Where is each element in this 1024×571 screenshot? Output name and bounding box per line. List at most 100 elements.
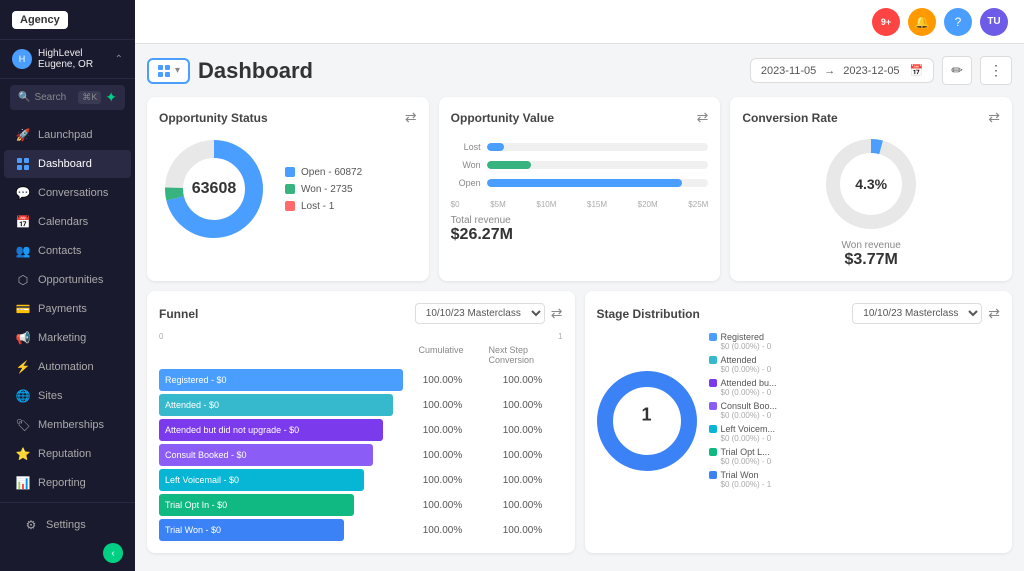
- legend-dot: [709, 379, 717, 387]
- user-menu-button[interactable]: TU: [980, 8, 1008, 36]
- more-options-button[interactable]: ⋮: [980, 56, 1012, 85]
- stage-content: 1 Registered $0 (0.00%) - 0: [597, 332, 1001, 489]
- bar-label-lost: Lost: [451, 142, 481, 152]
- expand-collapse-button[interactable]: ‹: [103, 543, 123, 563]
- filter-icon[interactable]: ⇄: [988, 109, 1000, 126]
- date-range-picker[interactable]: 2023-11-05 → 2023-12-05 📅: [750, 58, 934, 83]
- legend-label: Attended: [721, 355, 772, 365]
- top-cards-row: Opportunity Status ⇄ 63608: [147, 97, 1012, 281]
- funnel-bar: Consult Booked - $0: [159, 444, 373, 466]
- sidebar: Agency H HighLevel Eugene, OR ⌃ 🔍 Search…: [0, 0, 135, 571]
- sidebar-item-reputation[interactable]: ⭐ Reputation: [4, 440, 131, 468]
- stage-distribution-card: Stage Distribution 10/10/23 Masterclass …: [585, 291, 1013, 553]
- card-header: Opportunity Value ⇄: [451, 109, 709, 126]
- funnel-cumulative: 100.00%: [403, 525, 483, 536]
- help-button[interactable]: ?: [944, 8, 972, 36]
- funnel-cumulative: 100.00%: [403, 450, 483, 461]
- legend-sub: $0 (0.00%) - 0: [721, 365, 772, 374]
- bar-fill-open: [487, 179, 682, 187]
- account-name: HighLevel: [38, 48, 93, 59]
- filter-icon[interactable]: ⇄: [551, 305, 563, 322]
- sidebar-footer[interactable]: ⚙ Settings ‹: [0, 502, 135, 571]
- stage-controls: 10/10/23 Masterclass ⇄: [852, 303, 1000, 324]
- legend-dot: [709, 333, 717, 341]
- sidebar-item-reporting[interactable]: 📊 Reporting: [4, 469, 131, 497]
- legend-label: Attended bu...: [721, 378, 777, 388]
- search-box[interactable]: 🔍 Search ⌘K ✦: [10, 85, 125, 110]
- funnel-select[interactable]: 10/10/23 Masterclass: [415, 303, 545, 324]
- legend-sub: $0 (0.00%) - 1: [721, 480, 772, 489]
- main-content: 9+ 🔔 ? TU ▾ Dashboard: [135, 0, 1024, 571]
- funnel-row-3: Consult Booked - $0 100.00% 100.00%: [159, 444, 563, 466]
- funnel-bar: Attended - $0: [159, 394, 393, 416]
- legend-dot: [709, 448, 717, 456]
- funnel-bar-cell: Trial Won - $0: [159, 519, 403, 541]
- sidebar-item-settings[interactable]: ⚙ Settings: [12, 511, 123, 539]
- funnel-cumulative: 100.00%: [403, 400, 483, 411]
- sidebar-item-label: Sites: [38, 390, 62, 402]
- reporting-icon: 📊: [16, 476, 30, 490]
- notifications-button[interactable]: 9+: [872, 8, 900, 36]
- funnel-next-step: 100.00%: [483, 525, 563, 536]
- account-chevron-icon: ⌃: [115, 54, 123, 65]
- sidebar-item-label: Dashboard: [38, 158, 92, 170]
- legend-sub: $0 (0.00%) - 0: [721, 411, 778, 420]
- opp-value-content: Lost Won Open: [451, 134, 709, 244]
- search-placeholder: Search: [34, 92, 66, 103]
- bar-track: [487, 161, 709, 169]
- card-title: Opportunity Status: [159, 111, 268, 125]
- collapse-icon: ‹: [111, 548, 114, 559]
- scale-start: 0: [159, 332, 163, 341]
- sidebar-item-label: Conversations: [38, 187, 108, 199]
- payments-icon: 💳: [16, 302, 30, 316]
- legend-label: Trial Won: [721, 470, 772, 480]
- help-icon: ?: [955, 15, 962, 29]
- sidebar-search-area: 🔍 Search ⌘K ✦: [0, 79, 135, 116]
- x-label-1: $5M: [490, 200, 506, 209]
- legend-dot: [709, 471, 717, 479]
- sidebar-item-calendars[interactable]: 📅 Calendars: [4, 208, 131, 236]
- sidebar-item-payments[interactable]: 💳 Payments: [4, 295, 131, 323]
- funnel-row-4: Left Voicemail - $0 100.00% 100.00%: [159, 469, 563, 491]
- funnel-next-step: 100.00%: [483, 500, 563, 511]
- x-label-2: $10M: [536, 200, 556, 209]
- opportunities-icon: ⬡: [16, 273, 30, 287]
- won-revenue-label: Won revenue: [842, 240, 901, 251]
- sidebar-item-marketing[interactable]: 📢 Marketing: [4, 324, 131, 352]
- sidebar-item-automation[interactable]: ⚡ Automation: [4, 353, 131, 381]
- stage-title: Stage Distribution: [597, 307, 700, 321]
- legend-item-lost: Lost - 1: [285, 201, 362, 212]
- sidebar-item-dashboard[interactable]: Dashboard: [4, 150, 131, 178]
- sidebar-item-contacts[interactable]: 👥 Contacts: [4, 237, 131, 265]
- legend-label-lost: Lost - 1: [301, 201, 334, 212]
- automation-icon: ⚡: [16, 360, 30, 374]
- sidebar-item-opportunities[interactable]: ⬡ Opportunities: [4, 266, 131, 294]
- filter-icon[interactable]: ⇄: [697, 109, 709, 126]
- legend-item-0: Registered $0 (0.00%) - 0: [709, 332, 778, 351]
- bell-button[interactable]: 🔔: [908, 8, 936, 36]
- sidebar-account[interactable]: H HighLevel Eugene, OR ⌃: [0, 40, 135, 79]
- legend-item-open: Open - 60872: [285, 167, 362, 178]
- header-actions: 2023-11-05 → 2023-12-05 📅 ✏ ⋮: [750, 56, 1012, 85]
- donut-center-label: 63608: [192, 180, 237, 198]
- edit-button[interactable]: ✏: [942, 56, 972, 85]
- funnel-scale: 0 1: [159, 332, 563, 345]
- dashboard-view-toggle[interactable]: ▾: [147, 58, 190, 84]
- grid-icon: [157, 64, 171, 78]
- sidebar-item-launchpad[interactable]: 🚀 Launchpad: [4, 121, 131, 149]
- sidebar-item-label: Contacts: [38, 245, 81, 257]
- filter-icon[interactable]: ⇄: [988, 305, 1000, 322]
- stage-select[interactable]: 10/10/23 Masterclass: [852, 303, 982, 324]
- funnel-rows: Registered - $0 100.00% 100.00% Attended…: [159, 369, 563, 541]
- filter-icon[interactable]: ⇄: [405, 109, 417, 126]
- col-next-step: Next Step Conversion: [489, 345, 559, 365]
- stage-legend: Registered $0 (0.00%) - 0 Attended $0 (0…: [709, 332, 778, 489]
- won-revenue-value: $3.77M: [842, 251, 901, 269]
- dashboard-header: ▾ Dashboard 2023-11-05 → 2023-12-05 📅 ✏ …: [147, 56, 1012, 85]
- avatar: H: [12, 49, 32, 69]
- legend-item-1: Attended $0 (0.00%) - 0: [709, 355, 778, 374]
- sidebar-item-sites[interactable]: 🌐 Sites: [4, 382, 131, 410]
- page-title: Dashboard: [198, 58, 313, 84]
- sidebar-item-memberships[interactable]: 🏷 Memberships: [4, 411, 131, 439]
- sidebar-item-conversations[interactable]: 💬 Conversations: [4, 179, 131, 207]
